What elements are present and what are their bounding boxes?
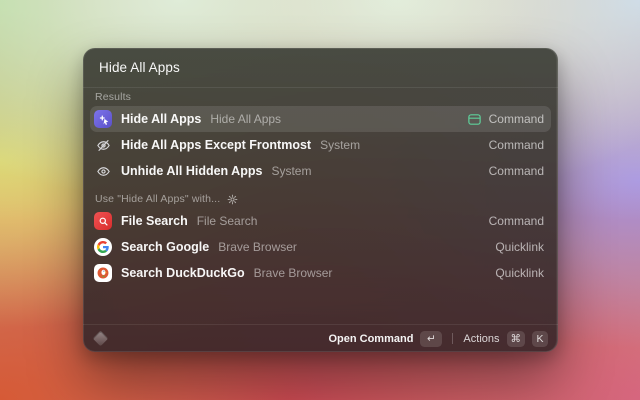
section-header-label: Results bbox=[95, 91, 131, 103]
row-subtitle: File Search bbox=[197, 214, 258, 228]
footer: Open Command ↵ Actions ⌘ K bbox=[83, 324, 558, 352]
result-row-unhide-all[interactable]: Unhide All Hidden Apps System Command bbox=[90, 158, 551, 184]
actions-label: Actions bbox=[463, 333, 499, 345]
app-window-icon bbox=[467, 112, 482, 127]
result-row-search-google[interactable]: Search Google Brave Browser Quicklink bbox=[90, 234, 551, 260]
raycast-logo-icon bbox=[93, 331, 109, 347]
google-icon bbox=[94, 238, 112, 256]
launcher-window: Results Hide All Apps Hide All Apps Comm… bbox=[83, 48, 558, 352]
accessory-label: Command bbox=[489, 214, 544, 228]
accessory-label: Command bbox=[489, 138, 544, 152]
duckduckgo-icon bbox=[94, 264, 112, 282]
footer-divider bbox=[452, 333, 453, 344]
actions-button[interactable]: Actions ⌘ K bbox=[463, 331, 548, 347]
accessory-label: Command bbox=[489, 112, 544, 126]
hide-all-apps-icon bbox=[94, 110, 112, 128]
row-title: Search DuckDuckGo bbox=[121, 266, 245, 280]
row-title: Hide All Apps Except Frontmost bbox=[121, 138, 311, 152]
accessory-label: Quicklink bbox=[495, 266, 544, 280]
open-command-button[interactable]: Open Command ↵ bbox=[328, 331, 442, 347]
gear-icon[interactable] bbox=[227, 194, 238, 205]
row-subtitle: Brave Browser bbox=[254, 266, 333, 280]
section-header-use-with: Use "Hide All Apps" with... bbox=[90, 190, 551, 208]
return-key-icon: ↵ bbox=[420, 331, 442, 347]
k-key-icon: K bbox=[532, 331, 548, 347]
search-bar bbox=[83, 48, 558, 88]
accessory-label: Command bbox=[489, 164, 544, 178]
open-command-label: Open Command bbox=[328, 333, 413, 345]
search-input[interactable] bbox=[99, 60, 542, 75]
eye-icon bbox=[94, 162, 112, 180]
row-subtitle: System bbox=[320, 138, 360, 152]
result-row-hide-all-apps[interactable]: Hide All Apps Hide All Apps Command bbox=[90, 106, 551, 132]
result-row-hide-except-frontmost[interactable]: Hide All Apps Except Frontmost System Co… bbox=[90, 132, 551, 158]
eye-slash-icon bbox=[94, 136, 112, 154]
result-row-file-search[interactable]: File Search File Search Command bbox=[90, 208, 551, 234]
row-title: File Search bbox=[121, 214, 188, 228]
row-title: Unhide All Hidden Apps bbox=[121, 164, 262, 178]
row-subtitle: Hide All Apps bbox=[210, 112, 281, 126]
row-accessory: Command bbox=[467, 112, 544, 127]
file-search-icon bbox=[94, 212, 112, 230]
row-subtitle: System bbox=[271, 164, 311, 178]
row-subtitle: Brave Browser bbox=[218, 240, 297, 254]
accessory-label: Quicklink bbox=[495, 240, 544, 254]
cmd-key-icon: ⌘ bbox=[507, 331, 526, 347]
results-list: Results Hide All Apps Hide All Apps Comm… bbox=[83, 88, 558, 324]
section-header-results: Results bbox=[90, 88, 551, 106]
row-title: Search Google bbox=[121, 240, 209, 254]
row-title: Hide All Apps bbox=[121, 112, 201, 126]
result-row-search-duckduckgo[interactable]: Search DuckDuckGo Brave Browser Quicklin… bbox=[90, 260, 551, 286]
section-header-label: Use "Hide All Apps" with... bbox=[95, 193, 220, 205]
